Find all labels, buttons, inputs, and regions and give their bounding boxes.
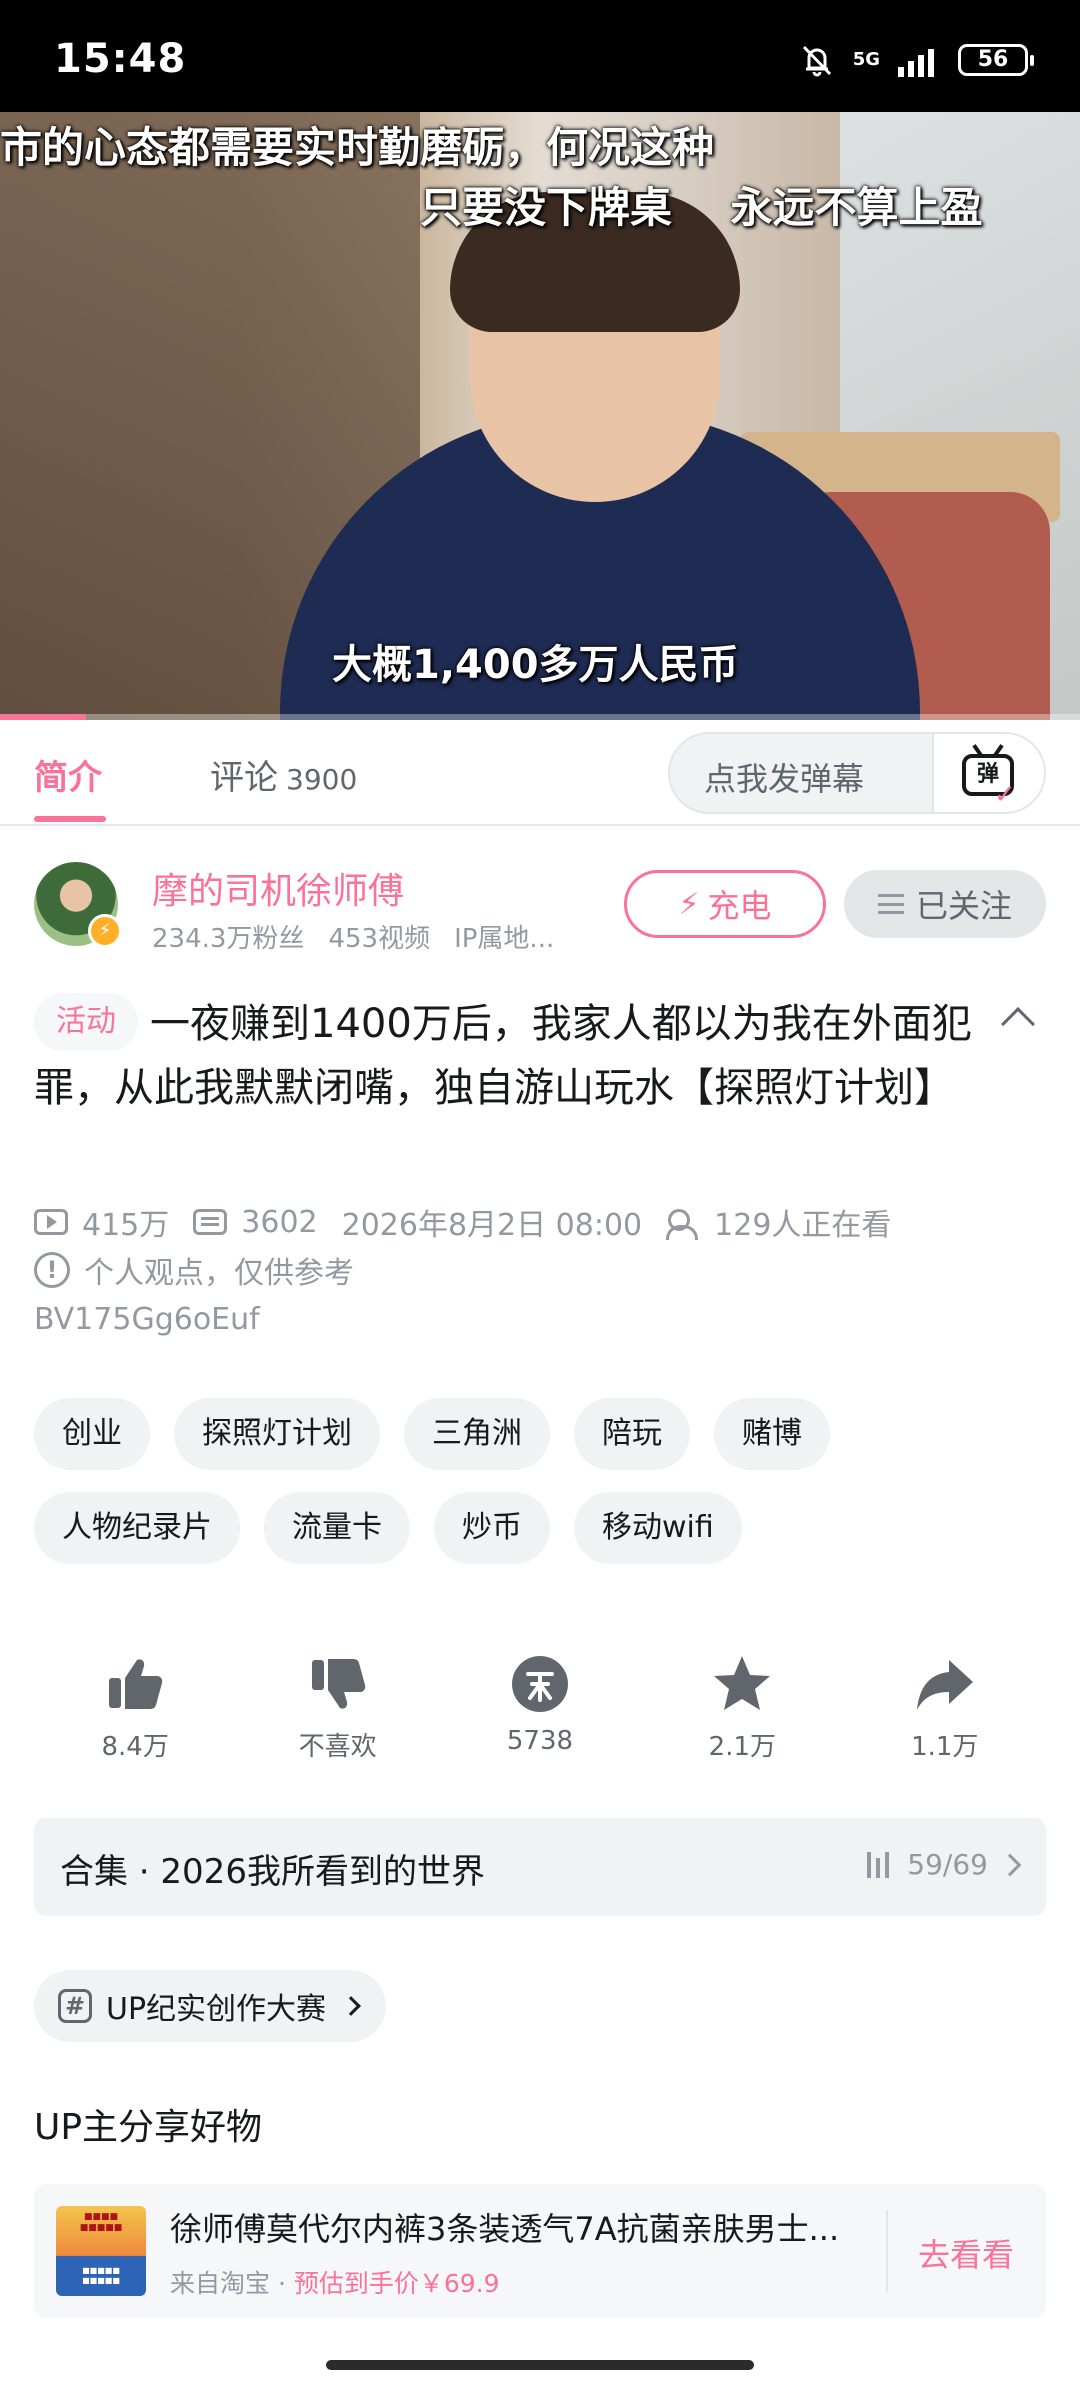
status-time: 15:48: [54, 36, 187, 82]
opinion-notice: ! 个人观点，仅供参考: [34, 1248, 354, 1292]
exclamation-icon: !: [34, 1252, 70, 1288]
tab-comments[interactable]: 评论 3900: [210, 750, 357, 799]
thumbs-up-icon: [109, 1659, 163, 1709]
favorite-count: 2.1万: [708, 1732, 777, 1762]
product-card[interactable]: ■■■■ ■■■■■ ■■■■■ ■■■■■ 徐师傅莫代尔内裤3条装透气7A抗菌亲肤…: [34, 2184, 1046, 2318]
collection-title: 合集 · 2026我所看到的世界: [60, 1852, 485, 1892]
share-goods-heading: UP主分享好物: [34, 2107, 263, 2148]
status-bar: 15:48 5G 56: [0, 0, 1080, 112]
tag-chip[interactable]: 探照灯计划: [174, 1398, 380, 1470]
dislike-label: 不喜欢: [298, 1732, 377, 1762]
collection-progress-group: 59/69: [867, 1848, 1022, 1881]
product-thumbnail: ■■■■ ■■■■■ ■■■■■ ■■■■■: [56, 2206, 146, 2296]
follow-button[interactable]: 已关注: [844, 870, 1046, 938]
collection-card[interactable]: 合集 · 2026我所看到的世界 59/69: [34, 1818, 1046, 1916]
coin-icon: [511, 1656, 568, 1712]
charge-button[interactable]: ⚡ 充电: [624, 870, 826, 938]
lightning-badge-icon: ⚡: [88, 914, 122, 948]
event-chip[interactable]: # UP纪实创作大赛: [34, 1970, 387, 2042]
share-count: 1.1万: [911, 1732, 979, 1762]
bvid: BV175Gg6oEuf: [34, 1302, 260, 1337]
product-name: 徐师傅莫代尔内裤3条装透气7A抗菌亲肤男士...: [170, 2210, 840, 2248]
share-arrow-icon: [916, 1660, 973, 1710]
activity-tag[interactable]: 活动: [34, 993, 138, 1051]
view-count: 415万: [82, 1208, 170, 1243]
favorite-button[interactable]: 2.1万: [662, 1652, 822, 1763]
tab-comments-count: 3900: [286, 763, 358, 796]
coin-count: 5738: [506, 1726, 574, 1756]
tag-chip[interactable]: 炒币: [434, 1492, 550, 1564]
thumbs-down-icon: [311, 1659, 365, 1709]
watching-count: 129人正在看: [714, 1208, 892, 1243]
product-meta: 来自淘宝 · 预估到手价￥69.9: [170, 2264, 500, 2300]
tab-intro[interactable]: 简介: [34, 750, 102, 799]
tag-chip[interactable]: 人物纪录片: [34, 1492, 240, 1564]
check-icon: ✓: [994, 780, 1016, 810]
lightning-icon: ⚡: [678, 886, 700, 922]
video-stats: 415万 3602 2026年8月2日 08:00 129人正在看: [34, 1200, 891, 1244]
danmaku-count: 3602: [241, 1204, 318, 1240]
uploader-meta: 234.3万粉丝 453视频 IP属地...: [152, 918, 578, 955]
menu-icon: [877, 894, 904, 914]
like-count: 8.4万: [101, 1732, 169, 1762]
home-indicator[interactable]: [326, 2360, 754, 2370]
tag-chip[interactable]: 移动wifi: [574, 1492, 742, 1564]
status-icons: 5G 56: [797, 40, 1034, 80]
collection-progress: 59/69: [907, 1848, 988, 1881]
video-subtitle-line2: 只要没下牌桌 永远不算上盈: [420, 183, 983, 232]
chevron-right-icon: [341, 1996, 361, 2016]
tag-chip[interactable]: 流量卡: [264, 1492, 410, 1564]
danmaku-count-icon: [193, 1209, 228, 1235]
tag-list: 创业 探照灯计划 三角洲 陪玩 赌博 人物纪录片 流量卡 炒币 移动wifi: [34, 1398, 1046, 1564]
network-label: 5G: [852, 49, 880, 70]
chevron-up-icon[interactable]: [1001, 1007, 1035, 1041]
event-label: UP纪实创作大赛: [106, 1992, 327, 2027]
video-title: 一夜赚到1400万后，我家人都以为我在外面犯罪，从此我默默闭嘴，独自游山玩水【探…: [34, 1001, 972, 1111]
chevron-right-icon: [998, 1853, 1022, 1876]
coin-button[interactable]: 5738: [460, 1652, 620, 1763]
action-bar: 8.4万 不喜欢 5738 2.1万 1.1万: [34, 1652, 1046, 1763]
uploader-row: ⚡ 摩的司机徐师傅 234.3万粉丝 453视频 IP属地... ⚡ 充电 已关注: [34, 858, 1046, 958]
uploader-videos: 453视频: [328, 924, 431, 954]
video-title-block: 活动 一夜赚到1400万后，我家人都以为我在外面犯罪，从此我默默闭嘴，独自游山玩水…: [34, 992, 974, 1120]
tab-bar: 简介 评论 3900 点我发弹幕 弹 ✓: [0, 720, 1080, 826]
notice-text: 个人观点，仅供参考: [84, 1256, 354, 1291]
video-subtitle-line1: 市的心态都需要实时勤磨砺，何况这种: [0, 123, 715, 172]
follow-label: 已关注: [915, 887, 1012, 925]
product-price: 预估到手价￥69.9: [293, 2269, 500, 2298]
share-button[interactable]: 1.1万: [865, 1652, 1025, 1763]
uploader-name[interactable]: 摩的司机徐师傅: [152, 862, 404, 914]
danmaku-placeholder: 点我发弹幕: [704, 760, 865, 798]
danmaku-toggle-button[interactable]: 弹 ✓: [932, 734, 1044, 812]
go-see-button[interactable]: 去看看: [918, 2230, 1014, 2276]
charge-label: 充电: [707, 887, 772, 925]
tag-chip[interactable]: 创业: [34, 1398, 150, 1470]
uploader-ip: IP属地...: [454, 924, 555, 954]
uploader-fans: 234.3万粉丝: [152, 924, 305, 954]
danmaku-input[interactable]: 点我发弹幕 弹 ✓: [668, 732, 1046, 814]
battery-icon: 56: [958, 44, 1034, 76]
dislike-button[interactable]: 不喜欢: [258, 1652, 418, 1763]
star-icon: [714, 1656, 771, 1710]
signal-icon: [898, 49, 934, 77]
tab-comments-label: 评论: [210, 758, 278, 798]
tab-active-indicator: [34, 816, 106, 822]
product-source: 来自淘宝 ·: [170, 2269, 294, 2298]
like-button[interactable]: 8.4万: [55, 1652, 215, 1763]
product-thumb-art: ■■■■ ■■■■■: [79, 2212, 123, 2233]
bell-off-icon: [802, 45, 831, 77]
tag-chip[interactable]: 赌博: [714, 1398, 830, 1470]
publish-date: 2026年8月2日 08:00: [341, 1208, 643, 1243]
play-count-icon: [34, 1209, 68, 1235]
hashtag-icon: #: [58, 1989, 92, 2023]
video-subtitle-bottom: 大概1,400多万人民币: [332, 642, 739, 688]
playlist-bars-icon: [867, 1851, 893, 1878]
viewers-icon: [666, 1207, 700, 1240]
tag-chip[interactable]: 三角洲: [404, 1398, 550, 1470]
divider: [886, 2210, 888, 2292]
video-player[interactable]: 市的心态都需要实时勤磨砺，何况这种 只要没下牌桌 永远不算上盈 大概1,400多…: [0, 112, 1080, 720]
product-thumb-art-lower: ■■■■■ ■■■■■: [82, 2266, 120, 2285]
tag-chip[interactable]: 陪玩: [574, 1398, 690, 1470]
